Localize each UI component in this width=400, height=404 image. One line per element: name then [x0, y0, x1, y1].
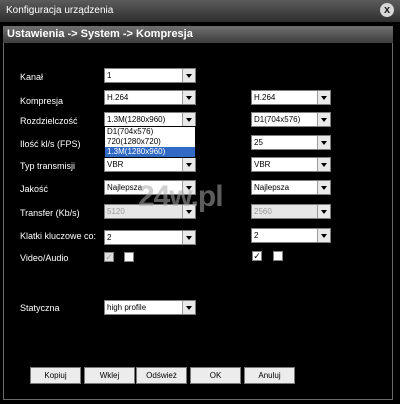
watermark: 24w.pl	[138, 180, 224, 213]
extra-jakosc-value: Najlepsza	[254, 183, 290, 192]
kompresja-value: H.264	[107, 93, 129, 102]
kompresja-select[interactable]: H.264	[104, 90, 196, 105]
extra-audio-checkbox[interactable]	[273, 251, 283, 261]
label-fps: Ilość kl/s (FPS)	[20, 139, 81, 149]
close-icon[interactable]: x	[380, 3, 394, 17]
label-kompresja: Kompresja	[20, 96, 64, 106]
dropdown-option[interactable]: D1(704x576)	[105, 127, 195, 137]
extra-jakosc-select[interactable]: Najlepsza	[251, 180, 331, 195]
chevron-down-icon[interactable]	[317, 158, 330, 171]
label-typ-transmisji: Typ transmisji	[20, 161, 76, 171]
extra-transfer-value: 2560	[254, 207, 272, 216]
rozdzielczosc-value: 1.3M(1280x960)	[107, 115, 166, 124]
odswiez-button[interactable]: Odśwież	[136, 367, 187, 384]
ok-button[interactable]: OK	[190, 367, 241, 384]
chevron-down-icon[interactable]	[317, 91, 330, 104]
statyczna-value: high profile	[107, 303, 147, 312]
typ-transmisji-value: VBR	[107, 160, 124, 169]
kanal-select[interactable]: 1	[104, 68, 196, 83]
extra-transfer-select: 2560	[251, 204, 331, 219]
kopiuj-button[interactable]: Kopiuj	[30, 367, 81, 384]
dropdown-option[interactable]: 720(1280x720)	[105, 137, 195, 147]
extra-rozdzielczosc-select[interactable]: D1(704x576)	[251, 112, 331, 127]
extra-kompresja-value: H.264	[254, 93, 276, 102]
extra-klatki-select[interactable]: 2	[251, 228, 331, 243]
statyczna-select[interactable]: high profile	[104, 300, 196, 315]
rozdzielczosc-dropdown-list[interactable]: D1(704x576) 720(1280x720) 1.3M(1280x960)	[104, 126, 196, 158]
chevron-down-icon[interactable]	[317, 113, 330, 126]
extra-kompresja-select[interactable]: H.264	[251, 90, 331, 105]
extra-fps-select[interactable]: 25	[251, 135, 331, 150]
chevron-down-icon[interactable]	[317, 229, 330, 242]
breadcrumb: Ustawienia -> System -> Kompresja	[7, 28, 193, 40]
chevron-down-icon[interactable]	[182, 231, 195, 244]
chevron-down-icon	[317, 205, 330, 218]
label-statyczna: Statyczna	[20, 303, 60, 313]
rozdzielczosc-select[interactable]: 1.3M(1280x960)	[104, 112, 196, 127]
label-jakosc: Jakość	[20, 184, 49, 194]
transfer-value: 5120	[107, 207, 125, 216]
extra-rozdzielczosc-value: D1(704x576)	[254, 115, 301, 124]
kanal-value: 1	[107, 71, 112, 80]
label-transfer: Transfer (Kb/s)	[20, 208, 80, 218]
extra-klatki-value: 2	[254, 231, 259, 240]
label-kanal: Kanał	[20, 72, 44, 82]
chevron-down-icon[interactable]	[317, 136, 330, 149]
label-klatki: Klatki kluczowe co:	[20, 231, 97, 241]
typ-transmisji-select[interactable]: VBR	[104, 157, 196, 172]
chevron-down-icon[interactable]	[182, 91, 195, 104]
jakosc-value: Najlepsza	[107, 183, 143, 192]
extra-fps-value: 25	[254, 138, 263, 147]
chevron-down-icon[interactable]	[182, 158, 195, 171]
config-window: Konfiguracja urządzenia x Ustawienia -> …	[0, 0, 400, 404]
wklej-button[interactable]: Wklej	[84, 367, 135, 384]
window-title: Konfiguracja urządzenia	[6, 5, 114, 16]
extra-typ-transmisji-select[interactable]: VBR	[251, 157, 331, 172]
chevron-down-icon[interactable]	[182, 69, 195, 82]
chevron-down-icon[interactable]	[182, 301, 195, 314]
dropdown-option-selected[interactable]: 1.3M(1280x960)	[105, 147, 195, 157]
anuluj-button[interactable]: Anuluj	[244, 367, 295, 384]
chevron-down-icon[interactable]	[182, 113, 195, 126]
audio-checkbox[interactable]	[124, 252, 134, 262]
klatki-select[interactable]: 2	[104, 230, 196, 245]
label-rozdzielczosc: Rozdzielczość	[20, 116, 78, 126]
section-header: Ustawienia -> System -> Kompresja	[3, 27, 393, 43]
extra-video-checkbox[interactable]: ✓	[252, 251, 262, 261]
video-checkbox: ✓	[104, 252, 114, 262]
label-video-audio: Video/Audio	[20, 253, 69, 263]
chevron-down-icon[interactable]	[317, 181, 330, 194]
title-bar: Konfiguracja urządzenia x	[0, 0, 400, 22]
klatki-value: 2	[107, 233, 112, 242]
extra-typ-transmisji-value: VBR	[254, 160, 271, 169]
